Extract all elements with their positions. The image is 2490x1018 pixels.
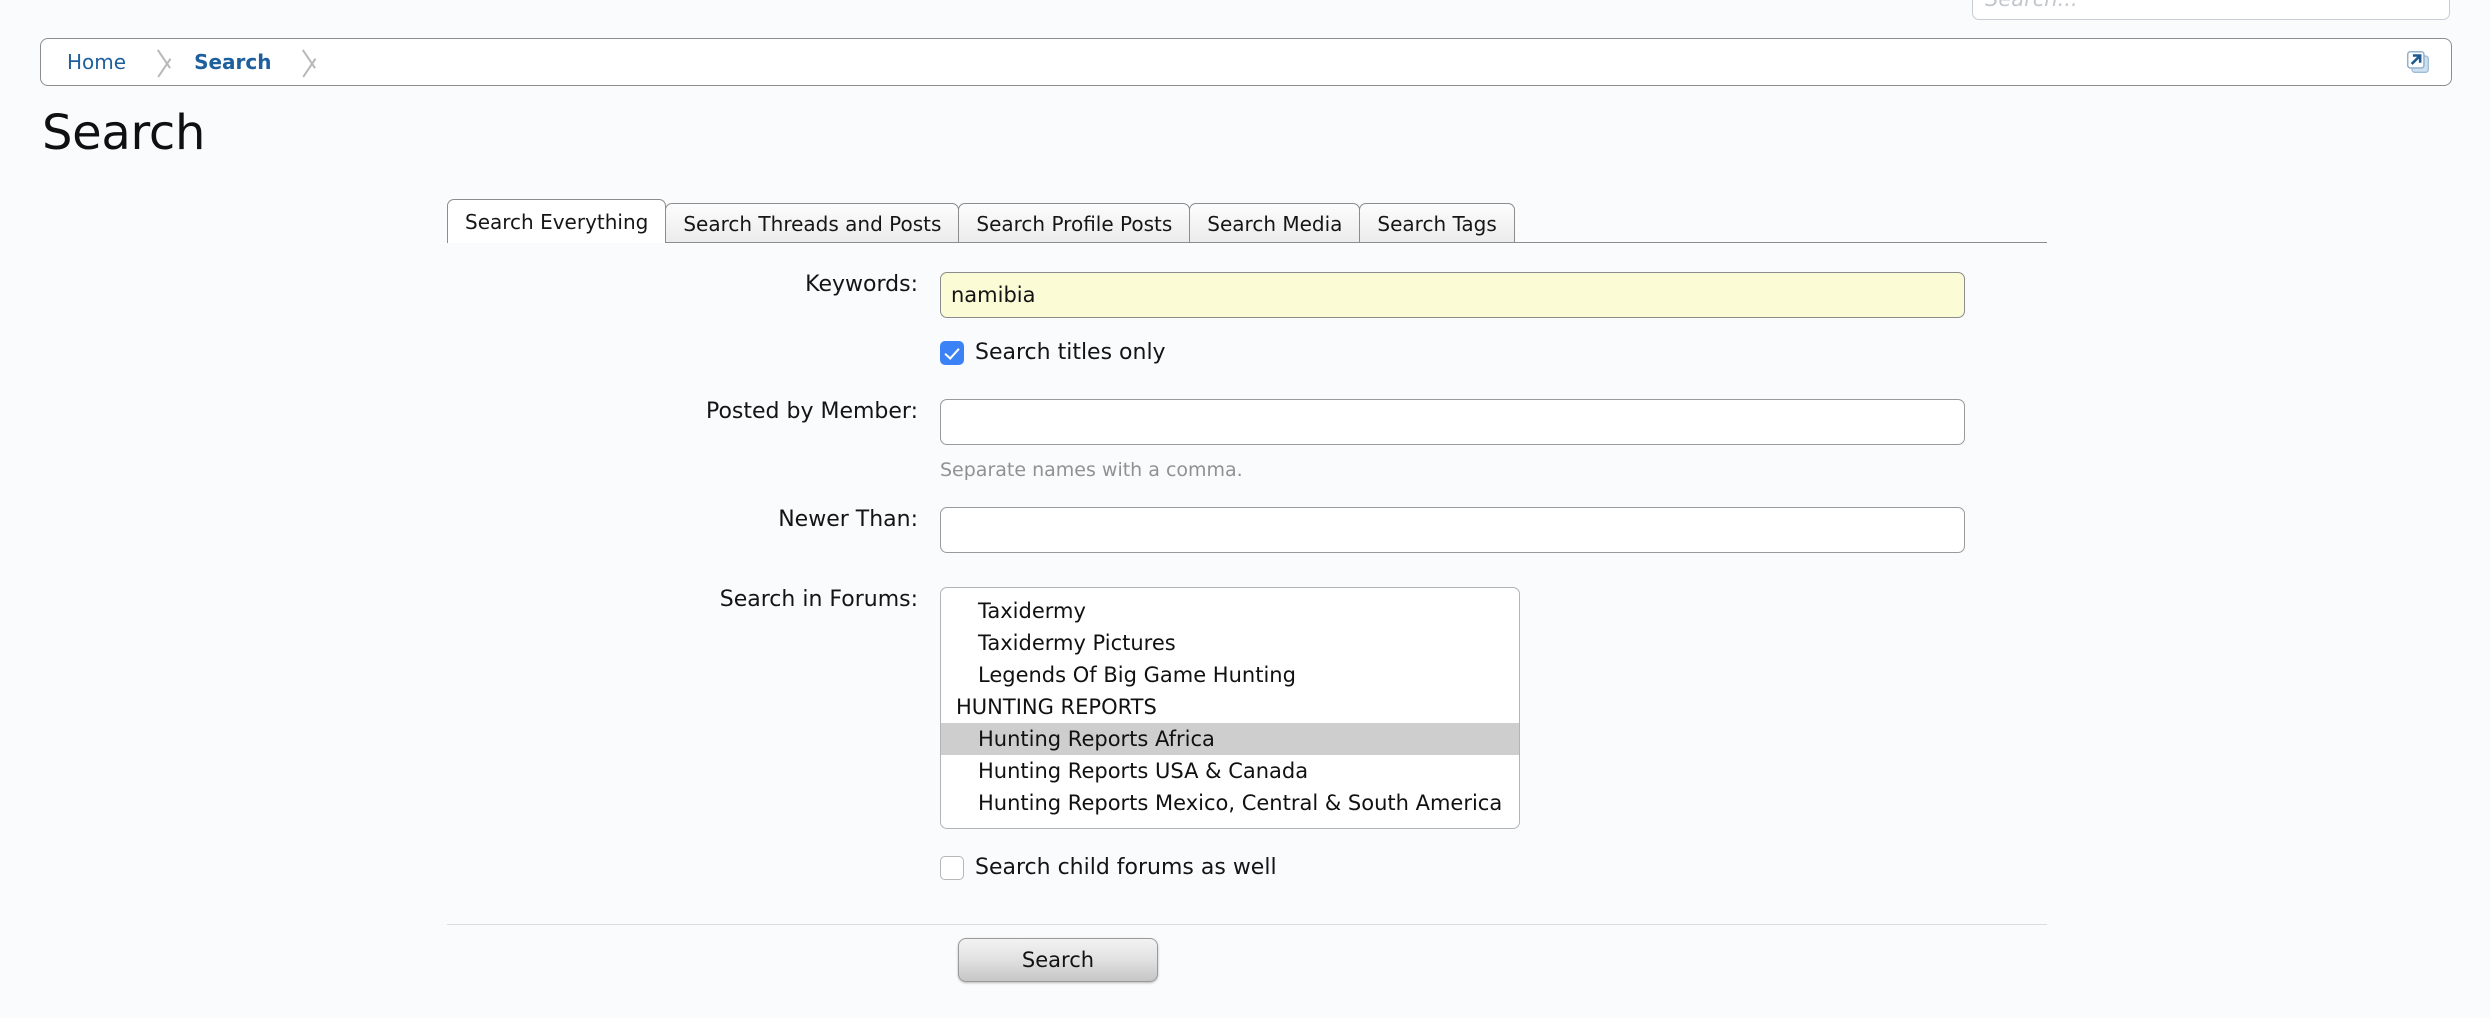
posted-by-member-field-wrap: Separate names with a comma. <box>940 399 1965 481</box>
breadcrumb-item-home[interactable]: Home <box>41 39 156 85</box>
titles-only-label: Search titles only <box>975 340 1166 365</box>
tab-search-everything[interactable]: Search Everything <box>447 199 667 243</box>
tab-label: Search Tags <box>1377 211 1497 236</box>
tab-label: Search Profile Posts <box>976 211 1173 236</box>
forum-option[interactable]: Taxidermy Pictures <box>941 627 1519 659</box>
keywords-row: Keywords: <box>0 272 2490 318</box>
posted-by-member-row: Posted by Member: Separate names with a … <box>0 399 2490 481</box>
keywords-input[interactable] <box>940 272 1965 318</box>
forum-option[interactable]: Hunting Reports Mexico, Central & South … <box>941 787 1519 819</box>
breadcrumb-separator-icon <box>301 39 327 85</box>
forum-option[interactable]: Taxidermy <box>941 595 1519 627</box>
posted-by-member-input[interactable] <box>940 399 1965 445</box>
search-in-forums-label: Search in Forums: <box>719 587 918 612</box>
header-search-input[interactable] <box>1972 0 2450 20</box>
page-title: Search <box>42 105 206 161</box>
forum-option[interactable]: Hunting Reports USA & Canada <box>941 755 1519 787</box>
forum-option-group-label: HUNTING REPORTS <box>956 695 1157 719</box>
titles-only-row: Search titles only <box>0 340 2490 365</box>
external-link-icon[interactable] <box>2405 49 2431 75</box>
titles-only-checkbox[interactable] <box>940 340 964 365</box>
forum-option[interactable]: Legends Of Big Game Hunting <box>941 659 1519 691</box>
child-forums-checkbox-row[interactable]: Search child forums as well <box>940 855 1277 880</box>
posted-by-member-label: Posted by Member: <box>705 399 918 424</box>
search-submit-button[interactable]: Search <box>958 938 1158 982</box>
child-forums-row: Search child forums as well <box>0 855 2490 880</box>
breadcrumb-item-search[interactable]: Search <box>182 39 301 85</box>
tab-label: Search Threads and Posts <box>683 211 942 236</box>
child-forums-field-wrap: Search child forums as well <box>940 855 1277 880</box>
keywords-label: Keywords: <box>805 272 918 297</box>
titles-only-checkbox-row[interactable]: Search titles only <box>940 340 1166 365</box>
posted-by-member-hint: Separate names with a comma. <box>940 459 1243 481</box>
tab-search-threads-and-posts[interactable]: Search Threads and Posts <box>665 203 960 243</box>
titles-only-field-wrap: Search titles only <box>940 340 1166 365</box>
tab-label: Search Media <box>1207 211 1343 236</box>
tab-search-tags[interactable]: Search Tags <box>1359 203 1515 243</box>
tab-label: Search Everything <box>465 209 649 234</box>
search-form: Keywords: Search titles only Posted by M… <box>0 272 2490 880</box>
tab-search-profile-posts[interactable]: Search Profile Posts <box>958 203 1191 243</box>
keywords-field-wrap <box>940 272 1965 318</box>
header-search-container <box>1972 0 2450 20</box>
forums-listbox[interactable]: Taxidermy Taxidermy Pictures Legends Of … <box>940 587 1520 829</box>
search-in-forums-row: Search in Forums: Taxidermy Taxidermy Pi… <box>0 587 2490 829</box>
newer-than-input[interactable] <box>940 507 1965 553</box>
tabs-underline <box>447 242 2047 243</box>
search-in-forums-field-wrap: Taxidermy Taxidermy Pictures Legends Of … <box>940 587 1520 829</box>
search-type-tabs: Search Everything Search Threads and Pos… <box>447 199 2047 243</box>
newer-than-row: Newer Than: <box>0 507 2490 553</box>
form-divider <box>447 924 2047 925</box>
breadcrumb: Home Search <box>40 38 2452 86</box>
tab-search-media[interactable]: Search Media <box>1189 203 1361 243</box>
newer-than-field-wrap <box>940 507 1965 553</box>
child-forums-label: Search child forums as well <box>975 855 1277 880</box>
breadcrumb-separator-icon <box>156 39 182 85</box>
child-forums-checkbox[interactable] <box>940 855 964 880</box>
forum-option-selected[interactable]: Hunting Reports Africa <box>941 723 1519 755</box>
newer-than-label: Newer Than: <box>778 507 918 532</box>
